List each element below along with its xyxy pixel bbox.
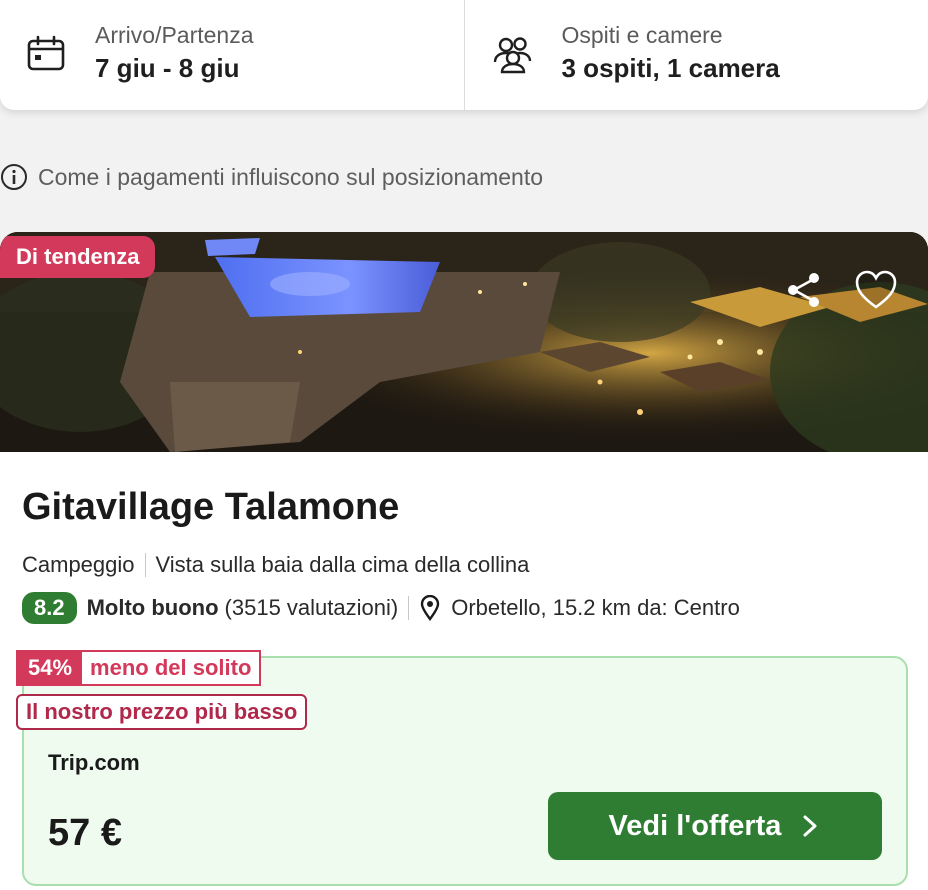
- ranking-info-link[interactable]: Come i pagamenti influiscono sul posizio…: [0, 162, 543, 192]
- guests-value: 3 ospiti, 1 camera: [561, 53, 780, 83]
- location-pin-icon: [421, 595, 440, 621]
- hotel-feature: Vista sulla baia dalla cima della collin…: [155, 552, 530, 577]
- heart-icon[interactable]: [852, 266, 900, 314]
- people-icon: [493, 34, 533, 74]
- ranking-info-text: Come i pagamenti influiscono sul posizio…: [38, 163, 544, 190]
- hotel-card[interactable]: Di tendenza Gitavillage Talamone Campegg…: [0, 232, 928, 890]
- deal-price: 57 €: [48, 812, 122, 854]
- share-icon[interactable]: [780, 266, 828, 314]
- trending-badge: Di tendenza: [0, 236, 156, 278]
- hotel-type: Campeggio: [22, 552, 135, 577]
- hotel-photo[interactable]: Di tendenza: [0, 232, 928, 452]
- rating-row: 8.2 Molto buono (3515 valutazioni) Orbet…: [22, 592, 740, 624]
- provider-name: Trip.com: [48, 750, 140, 775]
- review-count[interactable]: (3515 valutazioni): [225, 595, 399, 621]
- divider: [408, 596, 410, 620]
- discount-badge: 54% meno del solito: [16, 650, 262, 686]
- rating-score-badge: 8.2: [22, 592, 77, 624]
- discount-text: meno del solito: [90, 655, 252, 680]
- hotel-name[interactable]: Gitavillage Talamone: [22, 486, 399, 529]
- calendar-icon: [26, 34, 66, 74]
- guests-label: Ospiti e camere: [561, 22, 723, 48]
- view-offer-label: Vedi l'offerta: [608, 809, 782, 842]
- discount-percentage: 54%: [18, 652, 83, 684]
- rating-word: Molto buono: [86, 595, 219, 620]
- chevron-right-icon: [803, 815, 817, 837]
- hotel-tags: Campeggio Vista sulla baia dalla cima de…: [22, 552, 529, 578]
- dates-label: Arrivo/Partenza: [95, 22, 254, 48]
- lowest-price-badge: Il nostro prezzo più basso: [16, 694, 308, 730]
- view-offer-button[interactable]: Vedi l'offerta: [548, 792, 882, 860]
- search-summary-card: Arrivo/Partenza 7 giu - 8 giu Ospiti e c…: [0, 0, 928, 110]
- dates-value: 7 giu - 8 giu: [95, 53, 240, 83]
- info-icon: [1, 164, 27, 190]
- divider: [144, 553, 146, 577]
- dates-selector[interactable]: Arrivo/Partenza 7 giu - 8 giu: [0, 0, 464, 110]
- hotel-location[interactable]: Orbetello, 15.2 km da: Centro: [451, 595, 740, 621]
- guests-selector[interactable]: Ospiti e camere 3 ospiti, 1 camera: [463, 0, 928, 110]
